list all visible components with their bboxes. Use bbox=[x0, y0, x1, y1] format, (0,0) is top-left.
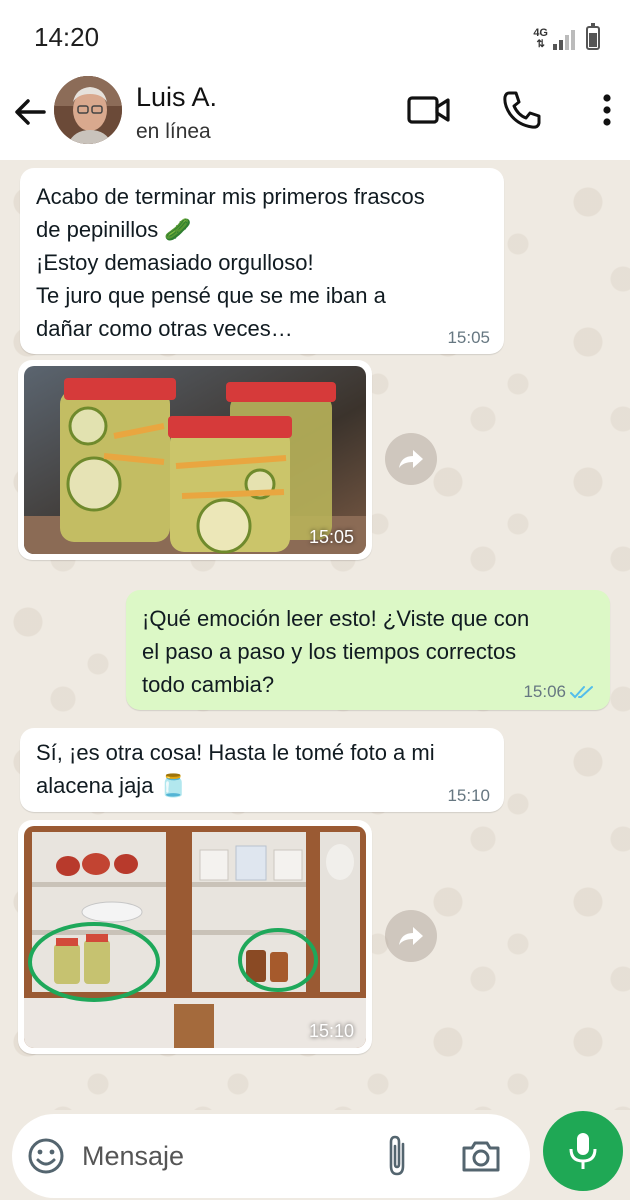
pantry-cupboard-image bbox=[24, 826, 366, 1048]
phone-icon[interactable] bbox=[500, 88, 544, 132]
forward-icon bbox=[399, 927, 423, 945]
chat-header: Luis A. en línea bbox=[0, 72, 630, 160]
message-time: 15:05 bbox=[447, 328, 490, 347]
chat-area[interactable]: Acabo de terminar mis primeros frascos d… bbox=[0, 160, 630, 1110]
message-incoming[interactable]: Sí, ¡es otra cosa! Hasta le tomé foto a … bbox=[20, 728, 504, 812]
message-incoming[interactable]: Acabo de terminar mis primeros frascos d… bbox=[20, 168, 504, 354]
signal-icon bbox=[553, 28, 575, 50]
status-icons: 4G ⇅ bbox=[533, 22, 600, 50]
video-call-icon[interactable] bbox=[406, 90, 452, 130]
message-composer bbox=[12, 1114, 530, 1198]
more-vert-icon[interactable] bbox=[592, 90, 622, 130]
message-input[interactable] bbox=[82, 1132, 302, 1180]
contact-status: en línea bbox=[136, 120, 211, 143]
status-bar: 14:20 4G ⇅ bbox=[0, 0, 630, 72]
avatar[interactable] bbox=[54, 76, 122, 144]
network-type: 4G bbox=[533, 27, 548, 39]
emoji-icon[interactable] bbox=[26, 1136, 66, 1176]
status-time: 14:20 bbox=[34, 22, 100, 52]
message-text: Sí, ¡es otra cosa! Hasta le tomé foto a … bbox=[36, 740, 435, 798]
camera-icon[interactable] bbox=[460, 1136, 502, 1176]
message-image-incoming[interactable]: 15:10 bbox=[18, 820, 372, 1054]
message-time: 15:05 bbox=[308, 527, 354, 547]
attach-icon[interactable] bbox=[382, 1134, 412, 1178]
message-time: 15:10 bbox=[447, 786, 490, 805]
message-time: 15:10 bbox=[308, 1021, 354, 1041]
message-text: Acabo de terminar mis primeros frascos d… bbox=[36, 184, 425, 341]
mic-button[interactable] bbox=[543, 1111, 623, 1191]
avatar-photo bbox=[54, 76, 122, 144]
network-indicator-icon: 4G ⇅ bbox=[533, 27, 548, 51]
contact-name[interactable]: Luis A. bbox=[136, 82, 217, 113]
forward-icon bbox=[399, 450, 423, 468]
message-time: 15:06 bbox=[523, 682, 566, 701]
pickle-jars-photo[interactable]: 15:05 bbox=[24, 366, 366, 554]
pantry-cupboard-photo[interactable]: 15:10 bbox=[24, 826, 366, 1048]
message-image-incoming[interactable]: 15:05 bbox=[18, 360, 372, 560]
forward-button[interactable] bbox=[385, 433, 437, 485]
microphone-icon bbox=[569, 1133, 597, 1169]
back-arrow-icon[interactable] bbox=[10, 92, 50, 132]
pickle-jars-image bbox=[24, 366, 366, 554]
message-outgoing[interactable]: ¡Qué emoción leer esto! ¿Viste que con e… bbox=[126, 590, 610, 710]
battery-icon bbox=[586, 23, 600, 50]
forward-button[interactable] bbox=[385, 910, 437, 962]
read-ticks-icon bbox=[570, 686, 593, 699]
